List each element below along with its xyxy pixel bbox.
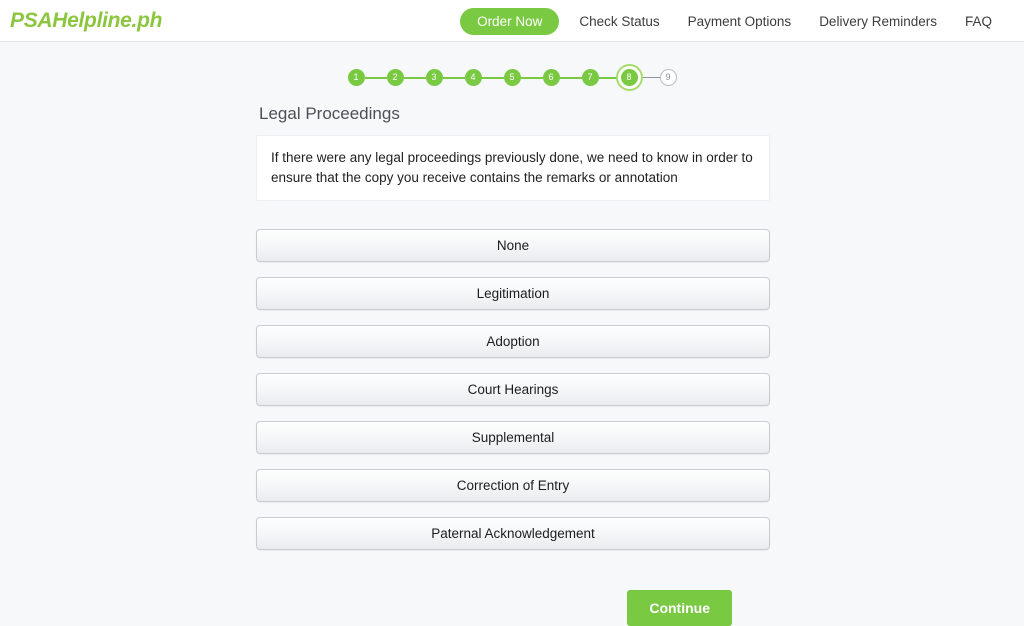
option-none[interactable]: None	[256, 229, 770, 263]
info-message: If there were any legal proceedings prev…	[256, 135, 770, 202]
page-body: 1 2 3 4 5 6 7 8 9 Legal Proceedings If t…	[0, 42, 1024, 626]
site-header: PSAHelpline.ph Order Now Check Status Pa…	[0, 0, 1024, 42]
step-indicator-8[interactable]: 8	[620, 69, 638, 86]
step-indicator-9[interactable]: 9	[659, 69, 677, 86]
option-paternal-acknowledgement[interactable]: Paternal Acknowledgement	[256, 517, 770, 551]
page-title: Legal Proceedings	[259, 104, 400, 123]
step-connector-7	[598, 76, 621, 79]
step-indicator-1[interactable]: 1	[347, 69, 365, 86]
step-connector-2	[403, 76, 426, 79]
nav-item-payment-options[interactable]: Payment Options	[674, 14, 806, 29]
option-correction-of-entry[interactable]: Correction of Entry	[256, 469, 770, 503]
nav-item-order-now[interactable]: Order Now	[460, 7, 560, 35]
step-indicator-2[interactable]: 2	[386, 69, 404, 86]
step-connector-1	[364, 76, 387, 79]
continue-button[interactable]: Continue	[627, 590, 732, 626]
progress-stepper: 1 2 3 4 5 6 7 8 9	[256, 42, 768, 86]
option-adoption[interactable]: Adoption	[256, 325, 770, 359]
step-connector-5	[520, 76, 543, 79]
step-connector-8	[637, 77, 660, 78]
step-connector-3	[442, 76, 465, 79]
option-list: None Legitimation Adoption Court Hearing…	[256, 229, 770, 551]
step-indicator-4[interactable]: 4	[464, 69, 482, 86]
step-indicator-6[interactable]: 6	[542, 69, 560, 86]
option-court-hearings[interactable]: Court Hearings	[256, 373, 770, 407]
step-indicator-5[interactable]: 5	[503, 69, 521, 86]
nav-item-faq[interactable]: FAQ	[951, 14, 1006, 29]
step-indicator-3[interactable]: 3	[425, 69, 443, 86]
form-content: 1 2 3 4 5 6 7 8 9 Legal Proceedings If t…	[256, 42, 770, 626]
site-logo[interactable]: PSAHelpline.ph	[10, 9, 162, 33]
nav-item-delivery-reminders[interactable]: Delivery Reminders	[805, 14, 951, 29]
option-supplemental[interactable]: Supplemental	[256, 421, 770, 455]
option-legitimation[interactable]: Legitimation	[256, 277, 770, 311]
main-navigation: Order Now Check Status Payment Options D…	[460, 0, 1006, 42]
nav-item-check-status[interactable]: Check Status	[565, 14, 673, 29]
step-connector-6	[559, 76, 582, 79]
step-indicator-7[interactable]: 7	[581, 69, 599, 86]
step-connector-4	[481, 76, 504, 79]
footer-actions: Continue	[256, 590, 770, 626]
